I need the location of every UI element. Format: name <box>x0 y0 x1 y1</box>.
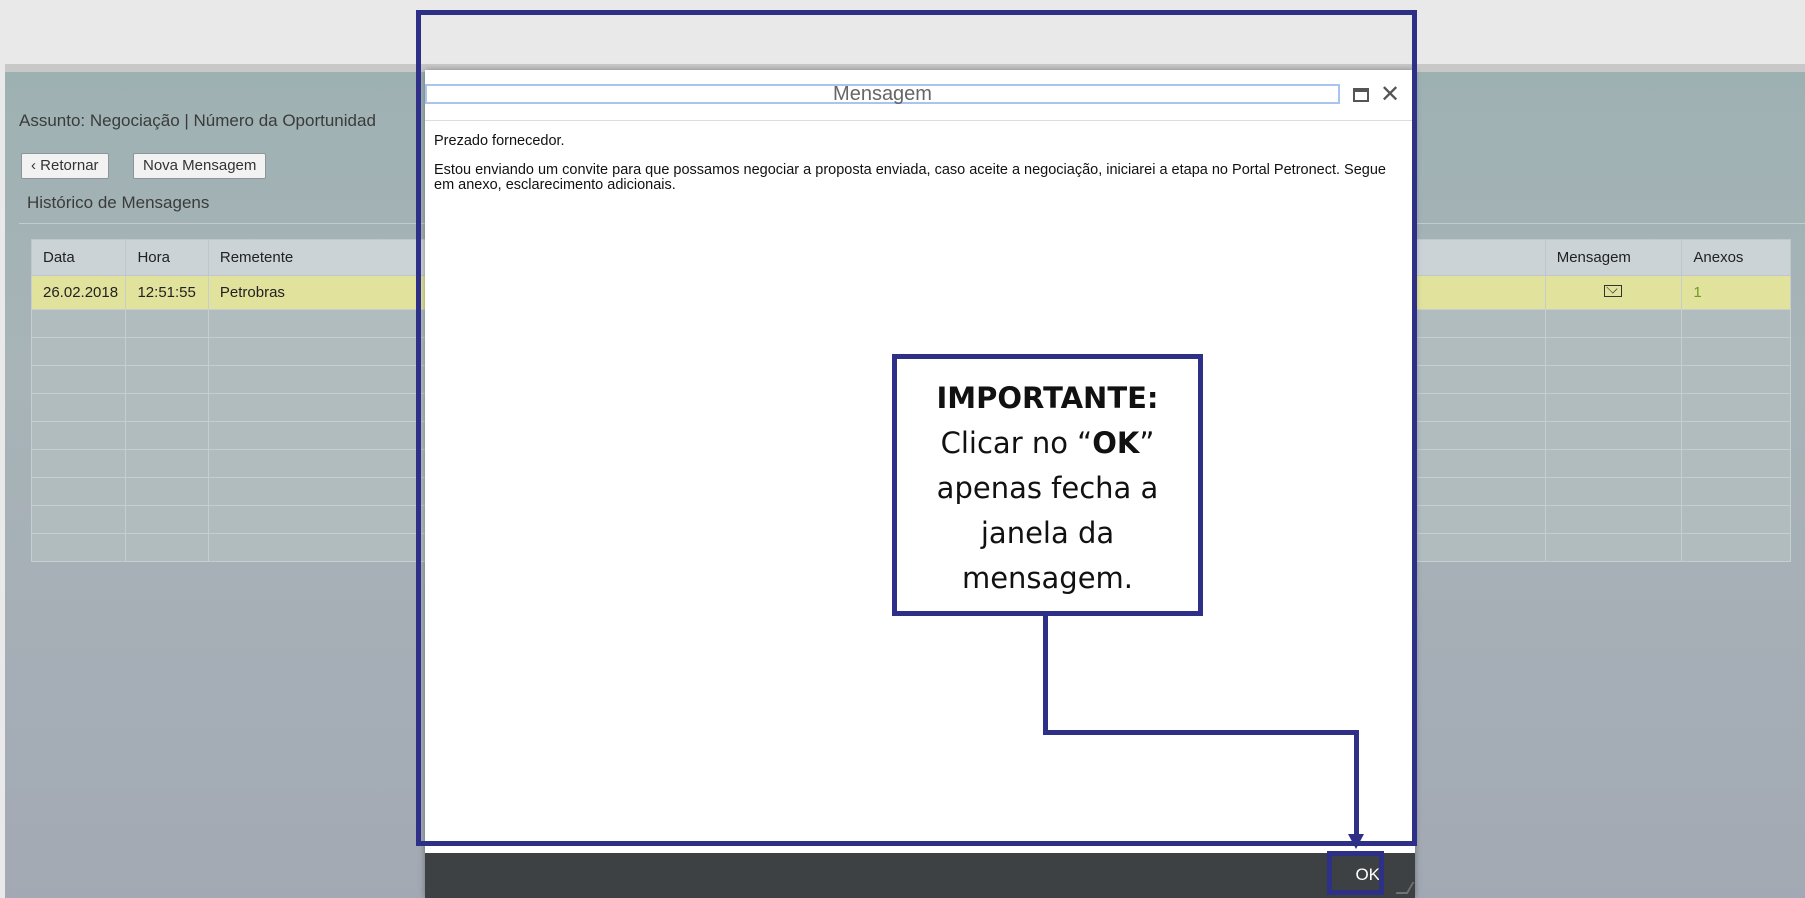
important-callout: IMPORTANTE: Clicar no “OK” apenas fecha … <box>892 354 1203 616</box>
back-button[interactable]: ‹ Retornar <box>21 153 109 179</box>
cell-message <box>1544 275 1683 310</box>
cell-date: 26.02.2018 <box>30 275 127 310</box>
back-button-label: Retornar <box>40 157 99 174</box>
callout-line-3: janela da <box>980 516 1115 550</box>
cell-attachments[interactable]: 1 <box>1681 275 1791 310</box>
connector-line <box>1354 730 1359 836</box>
callout-line-2: apenas fecha a <box>936 471 1159 505</box>
column-header-message[interactable]: Mensagem <box>1544 239 1683 276</box>
history-title: Histórico de Mensagens <box>27 193 210 212</box>
ok-highlight-frame <box>1327 851 1384 895</box>
arrow-head-icon <box>1348 834 1364 849</box>
cell-time: 12:51:55 <box>125 275 209 310</box>
column-header-attachments[interactable]: Anexos <box>1681 239 1791 276</box>
column-header-time[interactable]: Hora <box>125 239 209 276</box>
chevron-left-icon: ‹ <box>31 157 36 174</box>
callout-line-1: Clicar no “OK” <box>940 426 1155 460</box>
callout-heading: IMPORTANTE: <box>936 381 1159 415</box>
column-header-date[interactable]: Data <box>30 239 127 276</box>
callout-line-4: mensagem. <box>961 561 1134 595</box>
connector-line <box>1043 614 1048 735</box>
connector-line <box>1043 730 1359 735</box>
resize-handle-icon[interactable] <box>1395 882 1415 894</box>
dialog-footer: OK <box>425 853 1415 898</box>
new-message-button[interactable]: Nova Mensagem <box>133 153 267 179</box>
envelope-icon[interactable] <box>1603 285 1622 297</box>
subject-line: Assunto: Negociação | Número da Oportuni… <box>19 111 376 130</box>
